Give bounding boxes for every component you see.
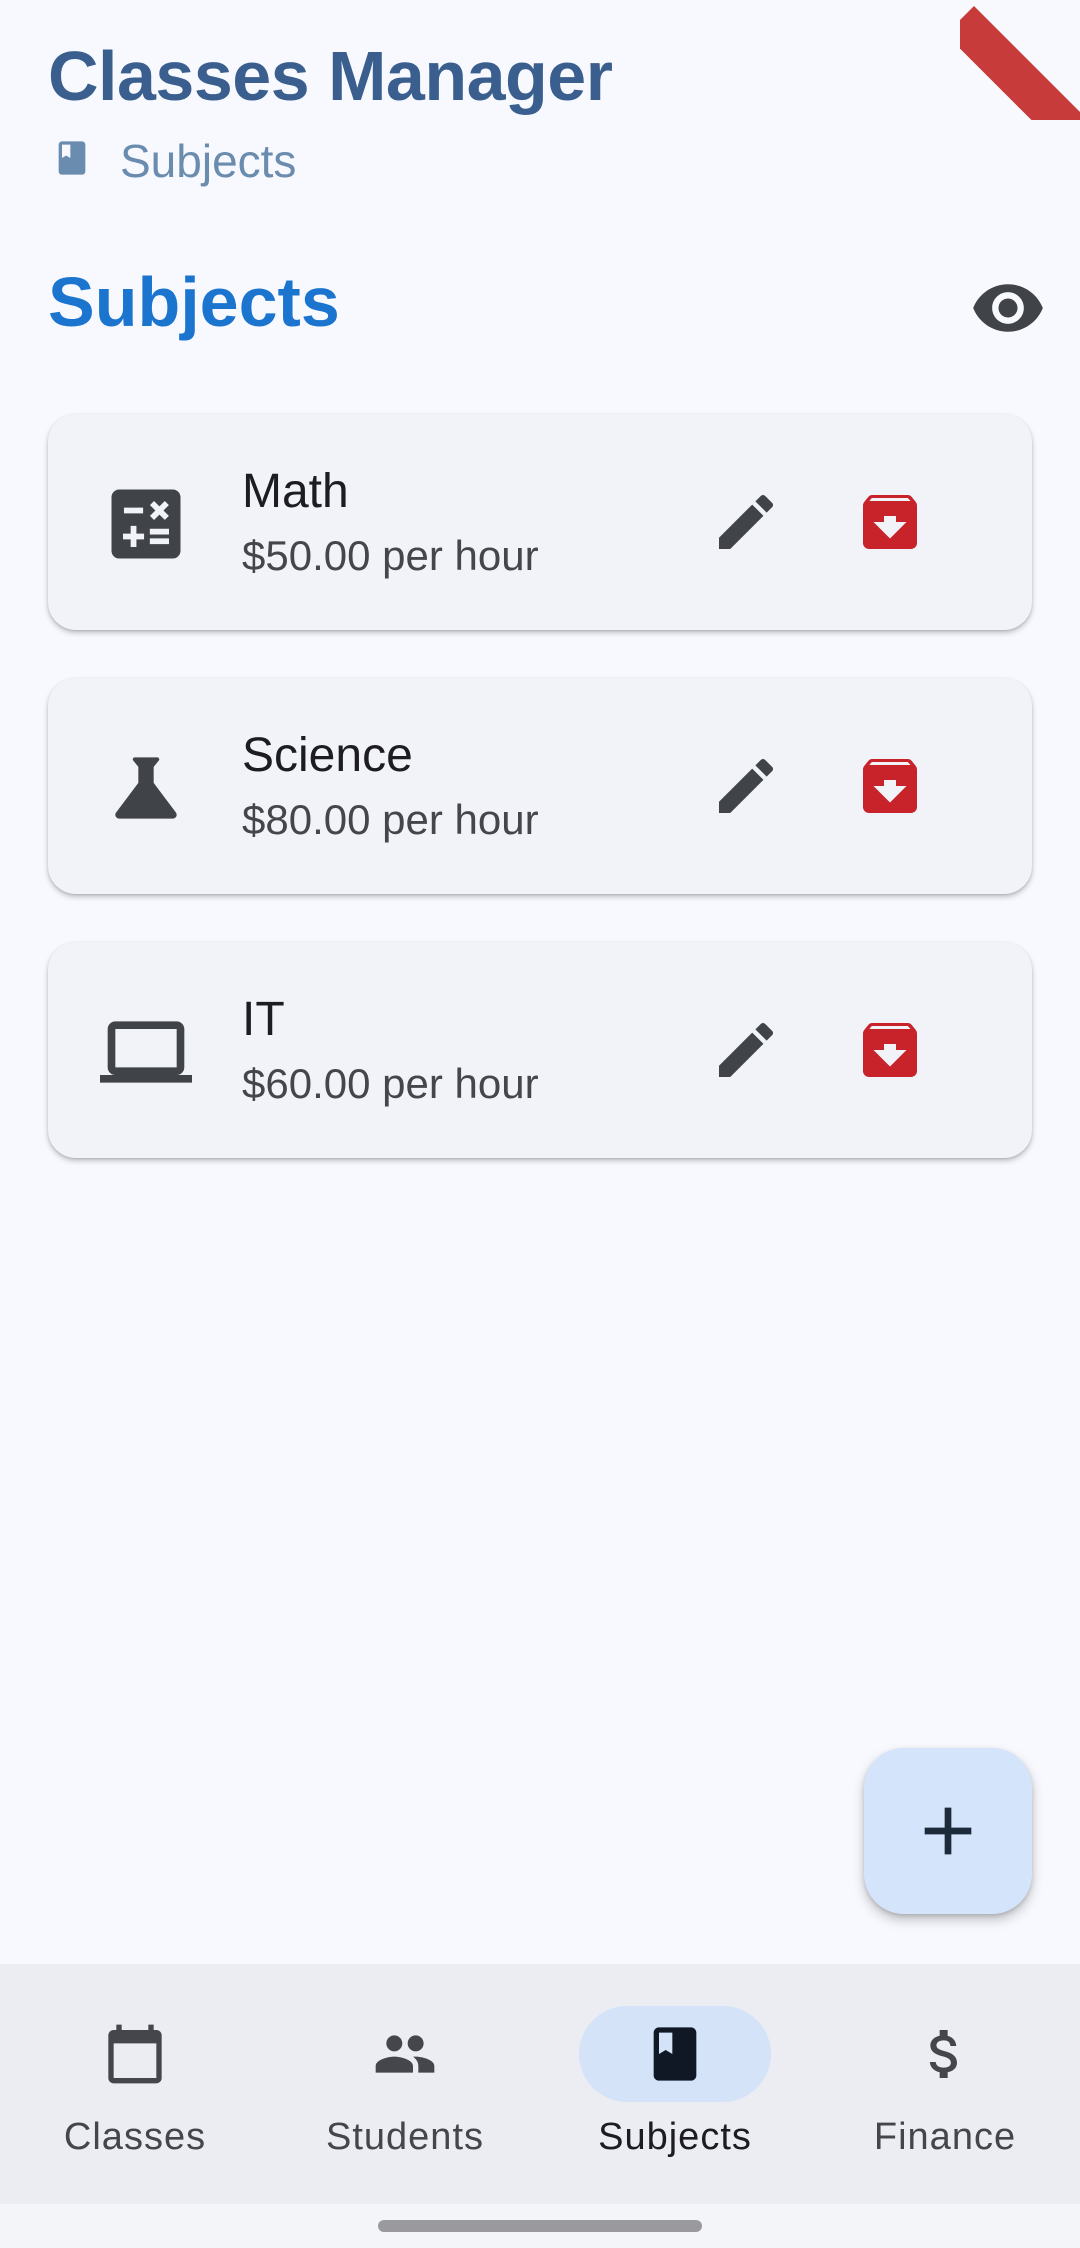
archive-icon[interactable] bbox=[854, 750, 926, 822]
subject-card-it[interactable]: IT $60.00 per hour bbox=[48, 942, 1032, 1158]
home-indicator[interactable] bbox=[378, 2220, 702, 2232]
nav-item-classes[interactable]: Classes bbox=[0, 1964, 270, 2204]
bottom-navigation: Classes Students Subjects Finance bbox=[0, 1964, 1080, 2204]
nav-label: Classes bbox=[63, 2116, 207, 2158]
pencil-icon[interactable] bbox=[710, 1014, 782, 1086]
section-title: Subjects bbox=[48, 263, 340, 341]
book-icon bbox=[58, 141, 86, 175]
subject-name: Science bbox=[242, 729, 413, 782]
subject-rate: $80.00 per hour bbox=[242, 796, 539, 843]
app-title: Classes Manager bbox=[48, 37, 613, 115]
eye-icon[interactable] bbox=[970, 270, 1046, 346]
pencil-icon[interactable] bbox=[710, 486, 782, 558]
nav-item-students[interactable]: Students bbox=[270, 1964, 540, 2204]
calculate-icon bbox=[111, 489, 181, 559]
breadcrumb: Subjects bbox=[52, 135, 296, 187]
subject-card-math[interactable]: Math $50.00 per hour bbox=[48, 414, 1032, 630]
nav-item-subjects[interactable]: Subjects bbox=[540, 1964, 810, 2204]
people-icon bbox=[375, 2035, 435, 2073]
dollar-icon bbox=[929, 2030, 957, 2078]
nav-label: Finance bbox=[873, 2116, 1017, 2158]
laptop-icon bbox=[100, 1021, 192, 1083]
nav-label: Subjects bbox=[598, 2116, 752, 2158]
archive-icon[interactable] bbox=[854, 486, 926, 558]
calendar-icon bbox=[108, 2024, 162, 2084]
nav-label: Students bbox=[326, 2116, 484, 2158]
flask-icon bbox=[115, 757, 177, 819]
subject-rate: $50.00 per hour bbox=[242, 532, 539, 579]
subject-card-science[interactable]: Science $80.00 per hour bbox=[48, 678, 1032, 894]
subject-name: Math bbox=[242, 465, 349, 518]
nav-item-finance[interactable]: Finance bbox=[810, 1964, 1080, 2204]
add-subject-button[interactable] bbox=[864, 1748, 1032, 1914]
debug-banner bbox=[960, 0, 1080, 120]
subject-rate: $60.00 per hour bbox=[242, 1060, 539, 1107]
book-icon bbox=[653, 2027, 697, 2081]
archive-icon[interactable] bbox=[854, 1014, 926, 1086]
plus-icon bbox=[924, 1807, 972, 1855]
subject-name: IT bbox=[242, 993, 285, 1046]
pencil-icon[interactable] bbox=[710, 750, 782, 822]
breadcrumb-label: Subjects bbox=[120, 135, 297, 187]
